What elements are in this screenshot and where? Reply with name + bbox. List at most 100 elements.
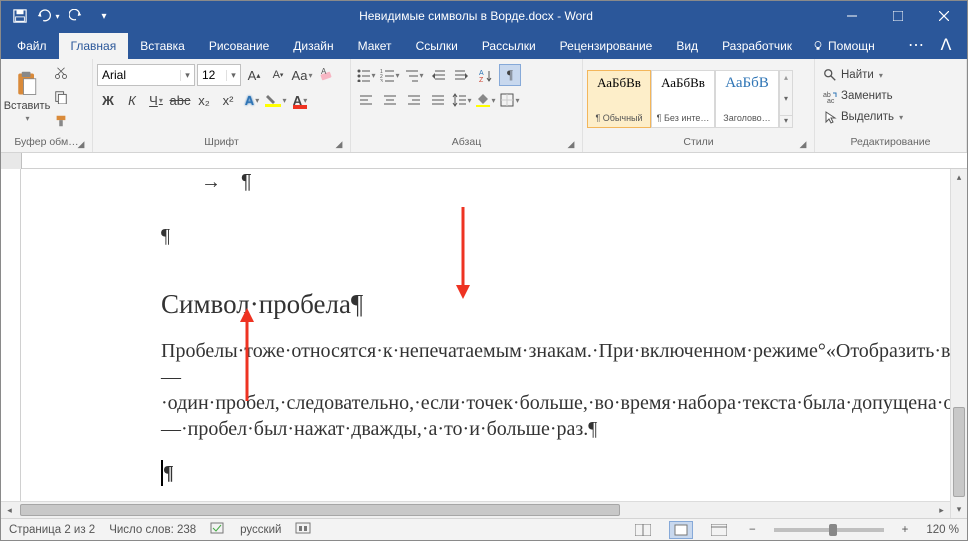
tab-references[interactable]: Ссылки [404,33,470,59]
grow-font-button[interactable]: A▴ [243,64,265,86]
status-spellcheck[interactable] [210,521,226,538]
vertical-scrollbar[interactable]: ▴ ▾ [950,169,967,518]
chevron-down-icon[interactable]: ▾ [180,70,194,81]
increase-indent-button[interactable] [451,64,473,86]
font-size-combo[interactable]: 12▾ [197,64,241,86]
clipboard-launcher[interactable]: ◢ [75,139,87,151]
styles-expand[interactable]: ▾ [780,115,792,125]
styles-launcher[interactable]: ◢ [797,139,809,151]
style-no-spacing[interactable]: АаБбВв¶ Без инте… [651,70,715,128]
minimize-button[interactable] [829,1,875,31]
hscroll-thumb[interactable] [20,504,620,516]
find-button[interactable]: Найти▾ [819,65,887,85]
document-page[interactable]: → ¶ ¶ Символ·пробела¶ Пробелы·тоже·относ… [21,169,950,518]
status-page[interactable]: Страница 2 из 2 [9,524,95,536]
numbering-button[interactable]: 123▾ [379,64,401,86]
text-effects-button[interactable]: A▾ [241,89,263,111]
scroll-right-button[interactable]: ▸ [933,502,950,518]
clear-formatting-button[interactable]: A [315,64,337,86]
tab-design[interactable]: Дизайн [281,33,345,59]
zoom-level[interactable]: 120 % [926,524,959,536]
tab-developer[interactable]: Разработчик [710,33,804,59]
horizontal-ruler[interactable] [1,153,967,169]
tab-draw[interactable]: Рисование [197,33,281,59]
status-word-count[interactable]: Число слов: 238 [109,524,196,536]
bullets-button[interactable]: ▾ [355,64,377,86]
highlight-button[interactable]: ▾ [265,89,287,111]
scroll-left-button[interactable]: ◂ [1,502,18,518]
print-layout-view-button[interactable] [669,521,693,539]
ribbon-display-options[interactable]: ⋯ [905,35,927,55]
shrink-font-button[interactable]: A▾ [267,64,289,86]
tab-review[interactable]: Рецензирование [548,33,665,59]
align-right-button[interactable] [403,89,425,111]
web-layout-view-button[interactable] [707,521,731,539]
chevron-down-icon[interactable]: ▾ [226,70,240,81]
font-name-combo[interactable]: Arial▾ [97,64,195,86]
collapse-ribbon-button[interactable]: ᐱ [935,35,957,55]
format-painter-button[interactable] [49,110,73,132]
save-button[interactable] [7,3,33,29]
tab-view[interactable]: Вид [664,33,710,59]
horizontal-scrollbar[interactable]: ◂ ▸ [1,501,950,518]
lightbulb-icon [812,40,824,52]
subscript-button[interactable]: x₂ [193,89,215,111]
align-center-button[interactable] [379,89,401,111]
justify-button[interactable] [427,89,449,111]
show-hide-marks-button[interactable]: ¶ [499,64,521,86]
paragraph-launcher[interactable]: ◢ [565,139,577,151]
shading-button[interactable]: ▾ [475,89,497,111]
style-normal[interactable]: АаБбВв¶ Обычный [587,70,651,128]
undo-button[interactable]: ▾ [35,3,61,29]
paste-button[interactable]: Вставить ▾ [5,62,49,130]
tab-mailings[interactable]: Рассылки [470,33,548,59]
zoom-out-button[interactable]: − [745,524,760,536]
maximize-button[interactable] [875,1,921,31]
qat-customize-button[interactable]: ▾ [91,3,117,29]
multilevel-list-button[interactable]: ▾ [403,64,425,86]
replace-button[interactable]: abacЗаменить [819,86,897,106]
scroll-track[interactable] [951,186,967,501]
tab-home[interactable]: Главная [59,33,129,59]
select-icon [823,110,837,124]
decrease-indent-button[interactable] [427,64,449,86]
borders-button[interactable]: ▾ [499,89,521,111]
font-color-button[interactable]: A▾ [289,89,311,111]
read-mode-view-button[interactable] [631,521,655,539]
change-case-button[interactable]: Aa▾ [291,64,313,86]
line-spacing-button[interactable]: ▾ [451,89,473,111]
cut-button[interactable] [49,62,73,84]
superscript-button[interactable]: x² [217,89,239,111]
scroll-up-button[interactable]: ▴ [951,169,967,186]
tab-file[interactable]: Файл [5,33,59,59]
document-scroll[interactable]: → ¶ ¶ Символ·пробела¶ Пробелы·тоже·относ… [21,169,950,518]
tab-insert[interactable]: Вставка [128,33,197,59]
select-button[interactable]: Выделить▾ [819,107,907,127]
status-macro[interactable] [295,521,311,538]
close-button[interactable] [921,1,967,31]
zoom-slider-knob[interactable] [829,524,837,536]
bold-button[interactable]: Ж [97,89,119,111]
styles-scroll-up[interactable]: ▴ [780,73,792,82]
vertical-ruler[interactable] [1,169,21,518]
styles-scroll-down[interactable]: ▾ [780,94,792,103]
underline-button[interactable]: Ч▾ [145,89,167,111]
tab-layout[interactable]: Макет [346,33,404,59]
scroll-down-button[interactable]: ▾ [951,501,967,518]
italic-button[interactable]: К [121,89,143,111]
font-launcher[interactable]: ◢ [333,139,345,151]
scroll-thumb[interactable] [953,407,965,497]
sort-button[interactable]: AZ [475,64,497,86]
group-clipboard: Вставить ▾ Буфер обм…◢ [1,59,93,152]
tell-me-search[interactable]: Помощн [812,33,875,59]
zoom-slider[interactable] [774,528,884,532]
status-language[interactable]: русский [240,524,281,536]
style-heading1[interactable]: АаБбВЗаголово… [715,70,779,128]
hscroll-track[interactable] [18,502,933,518]
copy-button[interactable] [49,86,73,108]
strikethrough-button[interactable]: abc [169,89,191,111]
outdent-icon [431,68,445,82]
zoom-in-button[interactable]: + [898,524,913,536]
align-left-button[interactable] [355,89,377,111]
redo-button[interactable] [63,3,89,29]
